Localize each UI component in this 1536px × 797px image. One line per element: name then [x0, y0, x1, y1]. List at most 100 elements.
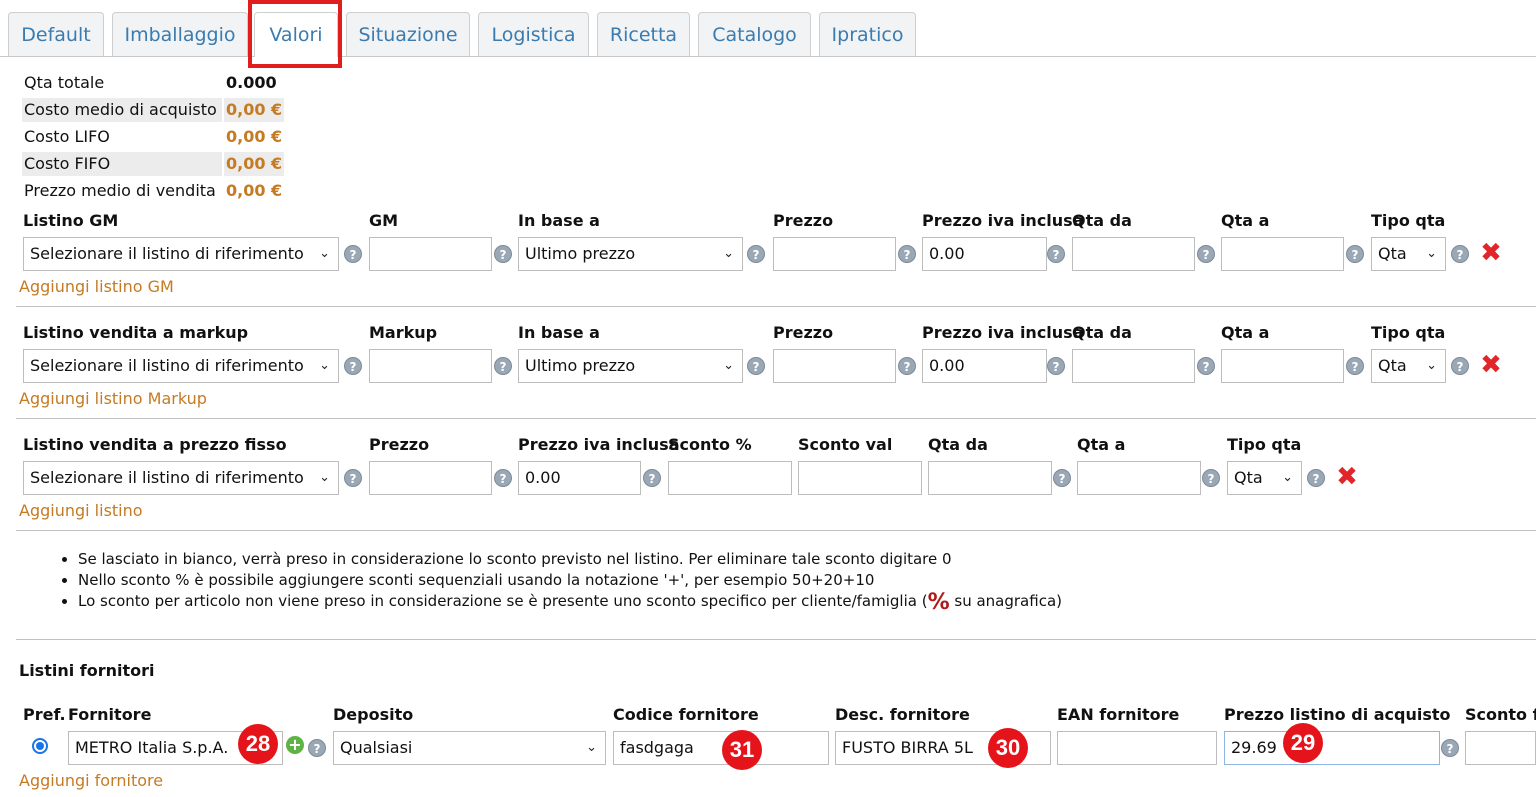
gm-qta-da-input[interactable] [1072, 237, 1195, 271]
header-ean-fornitore: EAN fornitore [1057, 705, 1180, 724]
chevron-down-icon: ⌄ [319, 246, 330, 261]
fisso-prezzo-iva-input[interactable]: 0.00 [518, 461, 641, 495]
listino-gm-select-value: Selezionare il listino di riferimento [30, 244, 304, 263]
help-icon[interactable]: ? [1047, 245, 1065, 263]
tab-default[interactable]: Default [8, 12, 104, 56]
help-icon[interactable]: ? [1451, 245, 1469, 263]
gm-base-select-value: Ultimo prezzo [525, 244, 636, 263]
prezzo-listino-acquisto-input[interactable]: 29.69 [1224, 731, 1440, 765]
markup-prezzo-input[interactable] [773, 349, 896, 383]
header-prezzo-iva-inclusa: Prezzo iva inclusa [518, 435, 680, 454]
header-prezzo: Prezzo [773, 323, 834, 342]
fisso-sconto-pct-input[interactable] [668, 461, 792, 495]
header-in-base-a: In base a [518, 211, 600, 230]
help-icon[interactable]: ? [494, 469, 512, 487]
note-item: Lo sconto per articolo non viene preso i… [78, 590, 1062, 615]
help-icon[interactable]: ? [308, 739, 326, 757]
help-icon[interactable]: ? [1346, 245, 1364, 263]
pref-radio[interactable] [32, 738, 48, 754]
help-icon[interactable]: ? [344, 245, 362, 263]
markup-base-select-value: Ultimo prezzo [525, 356, 636, 375]
help-icon[interactable]: ? [1441, 739, 1459, 757]
delete-icon[interactable]: ✖ [1334, 464, 1360, 490]
summary-value-costo-medio: 0,00 € [224, 98, 285, 122]
divider [16, 639, 1536, 640]
help-icon[interactable]: ? [643, 469, 661, 487]
help-icon[interactable]: ? [344, 357, 362, 375]
tab-situazione[interactable]: Situazione [346, 12, 470, 56]
markup-prezzo-iva-input[interactable]: 0.00 [922, 349, 1047, 383]
header-listino-markup: Listino vendita a markup [23, 323, 249, 342]
help-icon[interactable]: ? [1451, 357, 1469, 375]
fisso-tipo-qta-value: Qta [1234, 468, 1263, 487]
divider [16, 530, 1536, 531]
help-icon[interactable]: ? [1346, 357, 1364, 375]
note-text: Lo sconto per articolo non viene preso i… [78, 592, 928, 610]
listino-fisso-select[interactable]: Selezionare il listino di riferimento ⌄ [23, 461, 339, 495]
sconto-fornitore-input[interactable] [1465, 731, 1536, 765]
add-listino-gm-link[interactable]: Aggiungi listino GM [19, 277, 174, 296]
gm-tipo-qta-select[interactable]: Qta ⌄ [1371, 237, 1446, 271]
gm-base-select[interactable]: Ultimo prezzo ⌄ [518, 237, 743, 271]
add-circle-icon[interactable]: + [286, 736, 304, 754]
header-qta-da: Qta da [1072, 323, 1132, 342]
help-icon[interactable]: ? [1202, 469, 1220, 487]
fisso-tipo-qta-select[interactable]: Qta ⌄ [1227, 461, 1302, 495]
markup-input[interactable] [369, 349, 492, 383]
gm-prezzo-input[interactable] [773, 237, 896, 271]
help-icon[interactable]: ? [898, 357, 916, 375]
delete-icon[interactable]: ✖ [1478, 352, 1504, 378]
delete-icon[interactable]: ✖ [1478, 240, 1504, 266]
tab-ipratico[interactable]: Ipratico [819, 12, 916, 56]
ean-fornitore-input[interactable] [1057, 731, 1217, 765]
gm-qta-a-input[interactable] [1221, 237, 1344, 271]
tab-valori[interactable]: Valori [254, 12, 338, 57]
add-fornitore-link[interactable]: Aggiungi fornitore [19, 771, 163, 790]
chevron-down-icon: ⌄ [1282, 470, 1293, 485]
chevron-down-icon: ⌄ [723, 358, 734, 373]
help-icon[interactable]: ? [494, 357, 512, 375]
fisso-qta-a-input[interactable] [1077, 461, 1201, 495]
annotation-badge-28: 28 [238, 724, 278, 764]
help-icon[interactable]: ? [1047, 357, 1065, 375]
help-icon[interactable]: ? [1197, 245, 1215, 263]
percent-icon: % [927, 590, 950, 615]
summary-value-qta-totale: 0.000 [226, 73, 277, 92]
markup-qta-a-input[interactable] [1221, 349, 1344, 383]
help-icon[interactable]: ? [898, 245, 916, 263]
annotation-badge-30: 30 [988, 728, 1028, 768]
summary-value-prezzo-medio-vendita: 0,00 € [226, 181, 283, 200]
summary-label-costo-fifo: Costo FIFO [22, 152, 222, 176]
tab-logistica[interactable]: Logistica [478, 12, 589, 56]
listino-markup-select[interactable]: Selezionare il listino di riferimento ⌄ [23, 349, 339, 383]
help-icon[interactable]: ? [747, 357, 765, 375]
summary-value-costo-fifo: 0,00 € [224, 152, 285, 176]
gm-input[interactable] [369, 237, 492, 271]
add-listino-link[interactable]: Aggiungi listino [19, 501, 143, 520]
header-prezzo-iva-inclusa: Prezzo iva inclusa [922, 323, 1084, 342]
header-markup: Markup [369, 323, 438, 342]
fisso-prezzo-input[interactable] [369, 461, 492, 495]
help-icon[interactable]: ? [1053, 469, 1071, 487]
tab-ricetta[interactable]: Ricetta [597, 12, 690, 56]
help-icon[interactable]: ? [344, 469, 362, 487]
deposito-select[interactable]: Qualsiasi ⌄ [333, 731, 606, 765]
fisso-sconto-val-input[interactable] [798, 461, 922, 495]
annotation-badge-29: 29 [1283, 723, 1323, 763]
help-icon[interactable]: ? [1307, 469, 1325, 487]
markup-base-select[interactable]: Ultimo prezzo ⌄ [518, 349, 743, 383]
add-listino-markup-link[interactable]: Aggiungi listino Markup [19, 389, 207, 408]
tab-catalogo[interactable]: Catalogo [698, 12, 811, 56]
summary-label-costo-medio: Costo medio di acquisto [22, 98, 222, 122]
gm-prezzo-iva-input[interactable]: 0.00 [922, 237, 1047, 271]
tab-imballaggio[interactable]: Imballaggio [112, 12, 248, 56]
help-icon[interactable]: ? [1197, 357, 1215, 375]
listino-gm-select[interactable]: Selezionare il listino di riferimento ⌄ [23, 237, 339, 271]
fisso-qta-da-input[interactable] [928, 461, 1052, 495]
markup-tipo-qta-select[interactable]: Qta ⌄ [1371, 349, 1446, 383]
markup-qta-da-input[interactable] [1072, 349, 1195, 383]
codice-fornitore-input[interactable]: fasdgaga [613, 731, 829, 765]
help-icon[interactable]: ? [494, 245, 512, 263]
help-icon[interactable]: ? [747, 245, 765, 263]
header-prezzo: Prezzo [369, 435, 430, 454]
